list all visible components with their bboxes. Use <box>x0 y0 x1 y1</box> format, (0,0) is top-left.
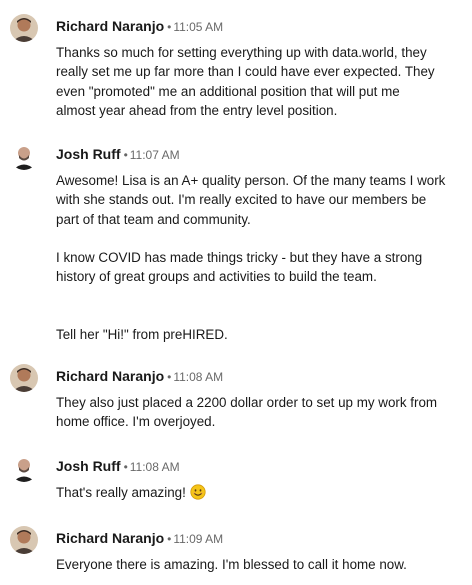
message-body: Thanks so much for setting everything up… <box>56 43 466 120</box>
message-header: Josh Ruff • 11:07 AM <box>56 146 180 166</box>
message-line: Tell her "Hi!" from preHIRED. <box>56 327 228 343</box>
message-thread: Richard Naranjo • 11:05 AM Thanks so much … <box>0 0 472 585</box>
message-body: Awesome! Lisa is an A+ quality person. O… <box>56 171 466 345</box>
message-body: Everyone there is amazing. I'm blessed t… <box>56 555 466 574</box>
sender-name[interactable]: Richard Naranjo <box>56 368 164 384</box>
avatar-josh-ruff[interactable] <box>10 142 38 170</box>
message-line: Everyone there is amazing. I'm blessed t… <box>56 557 407 572</box>
sender-name[interactable]: Josh Ruff <box>56 458 121 474</box>
message-body: They also just placed a 2200 dollar orde… <box>56 393 466 432</box>
message-header: Richard Naranjo • 11:08 AM <box>56 368 223 388</box>
message-body: That's really amazing! <box>56 483 466 502</box>
avatar-richard-naranjo[interactable] <box>10 364 38 392</box>
separator-dot: • <box>167 20 172 34</box>
timestamp: 11:05 AM <box>173 20 224 34</box>
sender-name[interactable]: Richard Naranjo <box>56 530 164 546</box>
message-line: history of great groups and activities t… <box>56 269 377 285</box>
timestamp: 11:08 AM <box>129 460 180 474</box>
message-line: even "promoted" me an additional positio… <box>56 83 400 99</box>
message-header: Richard Naranjo • 11:05 AM <box>56 18 223 38</box>
message-line: almost year ahead from the entry level p… <box>56 102 338 118</box>
avatar-richard-naranjo[interactable] <box>10 14 38 42</box>
message-line: That's really amazing! <box>56 483 466 502</box>
message-line: really set me up far more than I could h… <box>56 64 435 80</box>
message-header: Richard Naranjo • 11:09 AM <box>56 530 223 550</box>
separator-dot: • <box>167 370 172 384</box>
message-line: Awesome! Lisa is an A+ quality person. O… <box>56 173 446 188</box>
message-line: part of that team and community. <box>56 211 251 227</box>
message-line: They also just placed a 2200 dollar orde… <box>56 395 438 410</box>
timestamp: 11:08 AM <box>173 370 224 384</box>
separator-dot: • <box>123 460 128 474</box>
timestamp: 11:09 AM <box>173 532 224 546</box>
timestamp: 11:07 AM <box>129 148 180 162</box>
sender-name[interactable]: Richard Naranjo <box>56 18 164 34</box>
message-text: That's really amazing! <box>56 485 186 500</box>
message-header: Josh Ruff • 11:08 AM <box>56 458 180 478</box>
message-line: Thanks so much for setting everything up… <box>56 45 427 60</box>
sender-name[interactable]: Josh Ruff <box>56 146 121 162</box>
separator-dot: • <box>167 532 172 546</box>
separator-dot: • <box>123 148 128 162</box>
message-line: I know COVID has made things tricky - bu… <box>56 250 423 266</box>
message-line: with she stands out. I'm really excited … <box>56 192 427 208</box>
avatar-josh-ruff[interactable] <box>10 454 38 482</box>
message-line: home office. I'm overjoyed. <box>56 414 216 430</box>
smiling-face-emoji-icon <box>190 484 206 500</box>
avatar-richard-naranjo[interactable] <box>10 526 38 554</box>
